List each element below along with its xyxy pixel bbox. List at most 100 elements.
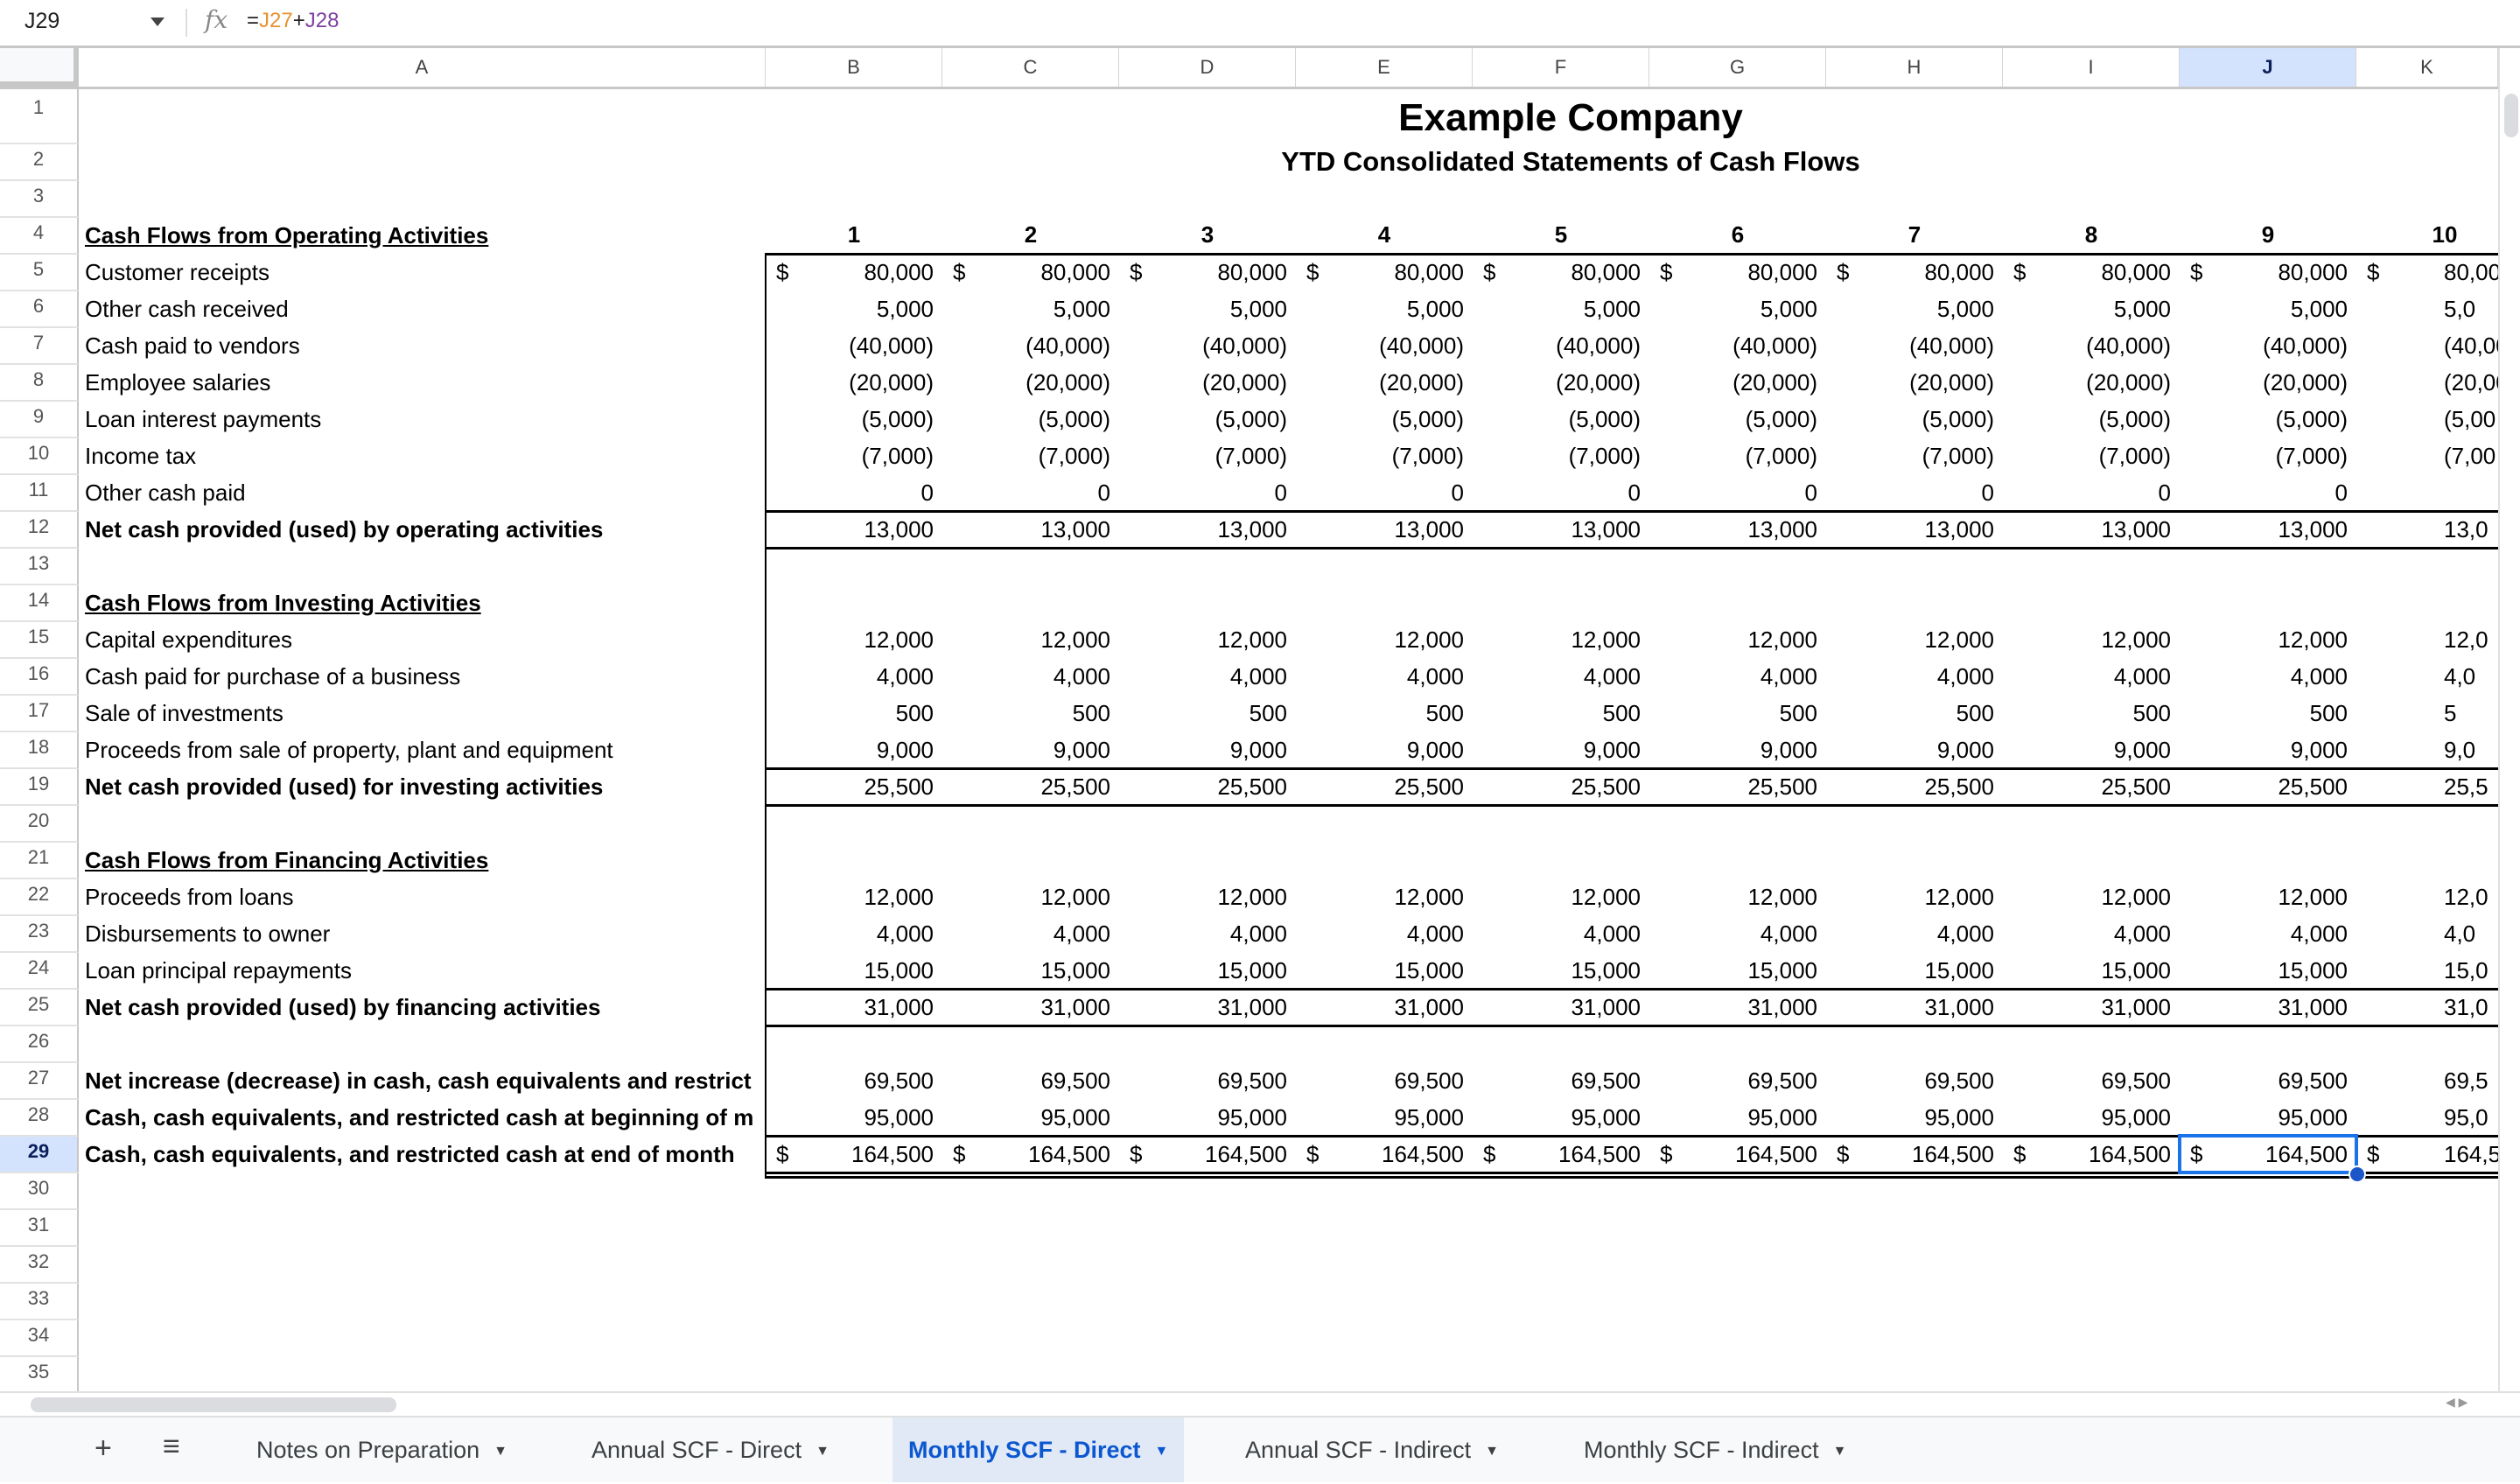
value-cell[interactable]: 0 xyxy=(2003,480,2180,507)
column-header-e[interactable]: E xyxy=(1296,48,1473,87)
value-cell[interactable]: 164,500 xyxy=(766,1141,942,1168)
row-header-19[interactable]: 19 xyxy=(0,769,79,806)
value-cell[interactable]: 5,000 xyxy=(1649,296,1826,323)
chevron-down-icon[interactable]: ▼ xyxy=(1485,1419,1499,1484)
column-header-g[interactable]: G xyxy=(1649,48,1826,87)
row-header-15[interactable]: 15 xyxy=(0,622,79,659)
value-cell[interactable]: 80,000 xyxy=(2180,259,2356,286)
value-cell[interactable]: (7,000) xyxy=(1296,443,1473,470)
select-all-corner[interactable] xyxy=(0,48,79,87)
value-cell[interactable]: 80,000 xyxy=(1473,259,1649,286)
value-cell[interactable]: 500 xyxy=(1119,700,1296,727)
value-cell[interactable]: 4,000 xyxy=(1473,663,1649,690)
value-cell[interactable]: 95,000 xyxy=(1296,1104,1473,1131)
value-cell[interactable]: 4,000 xyxy=(2180,663,2356,690)
value-cell[interactable]: 164,500 xyxy=(1473,1141,1649,1168)
value-cell[interactable]: (40,000) xyxy=(2180,332,2356,360)
value-cell[interactable]: 164,500 xyxy=(942,1141,1119,1168)
value-cell[interactable]: 500 xyxy=(1649,700,1826,727)
value-cell[interactable]: 95,000 xyxy=(766,1104,942,1131)
value-cell[interactable]: (40,000) xyxy=(2003,332,2180,360)
column-header-i[interactable]: I xyxy=(2003,48,2180,87)
name-box[interactable]: J29 xyxy=(24,9,60,34)
value-cell[interactable]: 500 xyxy=(2180,700,2356,727)
value-cell[interactable]: 13,000 xyxy=(766,516,942,543)
value-cell[interactable]: 4,0 xyxy=(2356,920,2498,948)
value-cell[interactable]: 12,000 xyxy=(1649,884,1826,911)
column-header-f[interactable]: F xyxy=(1473,48,1649,87)
value-cell[interactable]: 4,000 xyxy=(1826,663,2003,690)
value-cell[interactable]: (7,000) xyxy=(1119,443,1296,470)
vertical-scroll-thumb[interactable] xyxy=(2504,94,2518,137)
value-cell[interactable]: 0 xyxy=(766,480,942,507)
value-cell[interactable]: 0 xyxy=(2180,480,2356,507)
value-cell[interactable]: 0 xyxy=(1296,480,1473,507)
value-cell[interactable]: 15,000 xyxy=(2003,957,2180,984)
value-cell[interactable]: (20,000) xyxy=(1649,369,1826,396)
value-cell[interactable]: 12,000 xyxy=(1473,884,1649,911)
value-cell[interactable]: 31,000 xyxy=(766,994,942,1021)
value-cell[interactable]: 25,500 xyxy=(2180,774,2356,801)
column-header-c[interactable]: C xyxy=(942,48,1119,87)
row-header-14[interactable]: 14 xyxy=(0,585,79,622)
value-cell[interactable]: 95,000 xyxy=(942,1104,1119,1131)
value-cell[interactable]: 12,000 xyxy=(1826,884,2003,911)
value-cell[interactable]: 95,0 xyxy=(2356,1104,2498,1131)
value-cell[interactable]: (5,000) xyxy=(1473,406,1649,433)
row-header-10[interactable]: 10 xyxy=(0,438,79,475)
column-header-k[interactable]: K xyxy=(2356,48,2498,87)
value-cell[interactable]: 9,000 xyxy=(1826,737,2003,764)
value-cell[interactable]: 12,000 xyxy=(1296,626,1473,654)
value-cell[interactable]: (20,000) xyxy=(766,369,942,396)
value-cell[interactable]: (20,000) xyxy=(2003,369,2180,396)
value-cell[interactable]: 69,500 xyxy=(1649,1068,1826,1095)
value-cell[interactable]: 25,500 xyxy=(1473,774,1649,801)
value-cell[interactable]: (5,000) xyxy=(1296,406,1473,433)
value-cell[interactable]: 0 xyxy=(1473,480,1649,507)
chevron-down-icon[interactable]: ▼ xyxy=(816,1419,830,1484)
value-cell[interactable]: 4,000 xyxy=(1119,663,1296,690)
horizontal-scrollbar[interactable]: ◀ ▶ xyxy=(0,1391,2520,1416)
value-cell[interactable]: (40,000) xyxy=(1119,332,1296,360)
value-cell[interactable]: 4,000 xyxy=(766,663,942,690)
value-cell[interactable]: 95,000 xyxy=(1649,1104,1826,1131)
sheet-tab-monthly-scf-indirect[interactable]: Monthly SCF - Indirect ▼ xyxy=(1568,1418,1862,1482)
value-cell[interactable]: 12,000 xyxy=(942,626,1119,654)
value-cell[interactable]: 31,000 xyxy=(2003,994,2180,1021)
row-header-32[interactable]: 32 xyxy=(0,1247,79,1284)
row-header-24[interactable]: 24 xyxy=(0,953,79,990)
selected-cell-j29[interactable] xyxy=(2178,1134,2358,1174)
value-cell[interactable]: 13,000 xyxy=(1296,516,1473,543)
name-box-dropdown-icon[interactable] xyxy=(150,18,164,26)
value-cell[interactable]: 69,500 xyxy=(2180,1068,2356,1095)
chevron-down-icon[interactable]: ▼ xyxy=(1833,1419,1847,1484)
value-cell[interactable]: 4,000 xyxy=(2180,920,2356,948)
value-cell[interactable]: (20,000) xyxy=(1296,369,1473,396)
value-cell[interactable]: 15,000 xyxy=(2180,957,2356,984)
vertical-scrollbar[interactable] xyxy=(2498,48,2520,1391)
value-cell[interactable]: (7,000) xyxy=(1649,443,1826,470)
column-header-h[interactable]: H xyxy=(1826,48,2003,87)
value-cell[interactable]: 5,000 xyxy=(2180,296,2356,323)
value-cell[interactable]: 25,500 xyxy=(1119,774,1296,801)
value-cell[interactable]: 9,000 xyxy=(1119,737,1296,764)
value-cell[interactable]: 15,000 xyxy=(1119,957,1296,984)
value-cell[interactable]: 69,5 xyxy=(2356,1068,2498,1095)
value-cell[interactable]: 4,000 xyxy=(2003,663,2180,690)
value-cell[interactable]: 4,0 xyxy=(2356,663,2498,690)
value-cell[interactable]: 31,000 xyxy=(1826,994,2003,1021)
value-cell[interactable]: 12,000 xyxy=(942,884,1119,911)
value-cell[interactable]: 25,500 xyxy=(1826,774,2003,801)
value-cell[interactable]: 164,500 xyxy=(1119,1141,1296,1168)
value-cell[interactable]: 25,500 xyxy=(1649,774,1826,801)
value-cell[interactable]: 4,000 xyxy=(1649,663,1826,690)
value-cell[interactable]: 69,500 xyxy=(1119,1068,1296,1095)
value-cell[interactable]: 80,000 xyxy=(766,259,942,286)
value-cell[interactable]: 15,000 xyxy=(1296,957,1473,984)
row-header-28[interactable]: 28 xyxy=(0,1100,79,1137)
value-cell[interactable]: 31,000 xyxy=(1296,994,1473,1021)
sheet-tab-notes-on-preparation[interactable]: Notes on Preparation ▼ xyxy=(241,1418,523,1482)
value-cell[interactable]: 13,000 xyxy=(1649,516,1826,543)
value-cell[interactable]: (5,00 xyxy=(2356,406,2498,433)
row-header-7[interactable]: 7 xyxy=(0,328,79,365)
